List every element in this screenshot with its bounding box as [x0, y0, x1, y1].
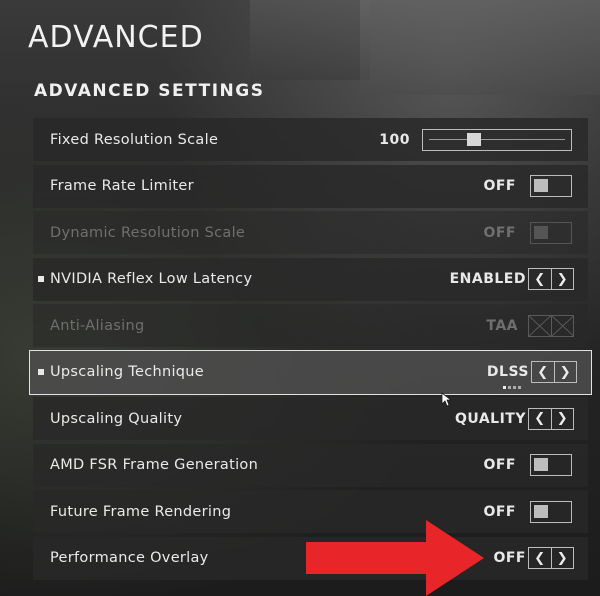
toggle-knob	[534, 179, 548, 192]
disabled-cross-icon	[551, 315, 573, 336]
chevron-left-icon[interactable]: ❮	[529, 269, 551, 289]
modified-bullet	[38, 275, 44, 282]
setting-value: OFF	[483, 224, 516, 241]
chevron-left-icon[interactable]: ❮	[532, 362, 554, 382]
setting-row-dynamic-resolution-scale: Dynamic Resolution Scale OFF	[33, 211, 588, 254]
upscaling-technique-stepper[interactable]: ❮ ❯	[531, 361, 577, 383]
setting-row-upscaling-quality[interactable]: Upscaling Quality QUALITY ❮ ❯	[33, 397, 588, 440]
setting-label: Upscaling Quality	[50, 410, 183, 427]
setting-row-frame-rate-limiter[interactable]: Frame Rate Limiter OFF	[33, 164, 588, 208]
setting-label: Future Frame Rendering	[50, 503, 232, 520]
setting-label: Anti-Aliasing	[50, 317, 145, 334]
background-roof	[250, 0, 370, 80]
disabled-cross-icon	[529, 315, 552, 336]
toggle-knob	[534, 458, 548, 471]
setting-value: TAA	[486, 317, 518, 334]
nvidia-reflex-stepper[interactable]: ❮ ❯	[528, 268, 574, 290]
background-building	[360, 0, 600, 95]
setting-value: OFF	[483, 457, 516, 473]
setting-label: Performance Overlay	[50, 550, 209, 566]
setting-row-fixed-resolution-scale[interactable]: Fixed Resolution Scale 100	[33, 118, 588, 161]
chevron-left-icon[interactable]: ❮	[529, 409, 551, 429]
slider-thumb[interactable]	[466, 132, 481, 146]
chevron-right-icon[interactable]: ❯	[552, 269, 574, 289]
mouse-cursor-icon	[441, 392, 453, 407]
red-arrow-icon	[306, 520, 484, 596]
setting-row-amd-fsr-frame-generation[interactable]: AMD FSR Frame Generation OFF	[33, 443, 588, 487]
setting-label: Frame Rate Limiter	[50, 178, 194, 194]
slider-track	[429, 138, 565, 140]
toggle-knob	[534, 504, 548, 518]
option-page-dots	[503, 385, 521, 389]
anti-aliasing-disabled-control	[528, 314, 574, 337]
chevron-right-icon[interactable]: ❯	[552, 409, 574, 429]
section-title: ADVANCED SETTINGS	[34, 81, 265, 101]
setting-value: 100	[379, 131, 410, 148]
setting-row-anti-aliasing: Anti-Aliasing TAA	[33, 304, 588, 347]
future-frame-rendering-toggle[interactable]	[530, 500, 572, 523]
setting-row-nvidia-reflex[interactable]: NVIDIA Reflex Low Latency ENABLED ❮ ❯	[33, 257, 588, 301]
setting-value: OFF	[483, 503, 516, 520]
setting-value: OFF	[493, 550, 526, 566]
dynamic-resolution-toggle	[530, 221, 572, 244]
resolution-scale-slider[interactable]	[422, 128, 572, 151]
fsr-frame-generation-toggle[interactable]	[530, 454, 572, 476]
chevron-right-icon[interactable]: ❯	[555, 362, 577, 382]
setting-label: AMD FSR Frame Generation	[50, 457, 259, 473]
setting-value: ENABLED	[449, 271, 526, 287]
setting-row-upscaling-technique[interactable]: Upscaling Technique DLSS ❮ ❯	[29, 349, 592, 395]
upscaling-quality-stepper[interactable]: ❮ ❯	[528, 407, 574, 430]
setting-label: Upscaling Technique	[50, 364, 204, 380]
setting-value: QUALITY	[455, 410, 526, 427]
frame-rate-limiter-toggle[interactable]	[530, 175, 572, 197]
setting-value: DLSS	[486, 364, 529, 380]
settings-list: Fixed Resolution Scale 100 Frame Rate Li…	[29, 118, 592, 583]
setting-label: Dynamic Resolution Scale	[50, 224, 246, 241]
setting-label: NVIDIA Reflex Low Latency	[50, 271, 253, 287]
performance-overlay-stepper[interactable]: ❮ ❯	[528, 547, 574, 569]
setting-label: Fixed Resolution Scale	[50, 131, 219, 148]
setting-value: OFF	[483, 178, 516, 194]
chevron-right-icon[interactable]: ❯	[552, 548, 574, 568]
chevron-left-icon[interactable]: ❮	[529, 548, 551, 568]
modified-bullet	[38, 368, 44, 375]
page-title: ADVANCED	[28, 20, 204, 55]
toggle-knob	[534, 225, 548, 239]
